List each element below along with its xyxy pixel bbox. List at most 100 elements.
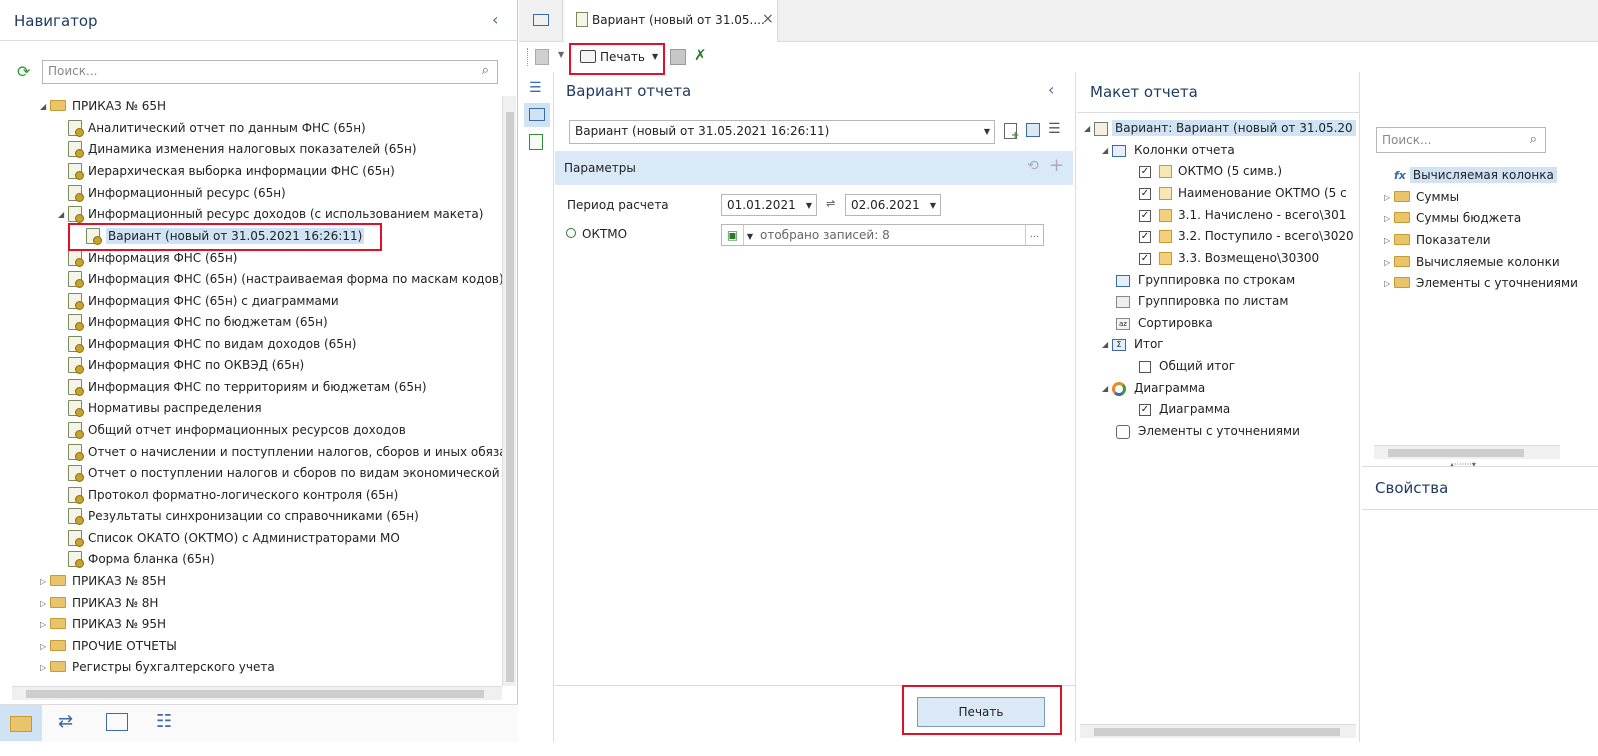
layout-column[interactable]: ✓ ОКТМО (5 симв.): [1139, 161, 1282, 181]
tree-item[interactable]: Информация ФНС по ОКВЭД (65н): [68, 355, 304, 375]
copy-dropdown-icon[interactable]: ▼: [558, 50, 564, 59]
add-variant-icon[interactable]: +: [1004, 123, 1019, 141]
checkbox[interactable]: ✓: [1139, 403, 1151, 416]
oktmo-filter-input[interactable]: ▣ ▼ отобрано записей: 8 ...: [721, 224, 1044, 246]
refinements-icon: [1116, 424, 1130, 439]
forms-tab-icon[interactable]: [106, 713, 128, 731]
filter-dropdown-icon[interactable]: ▼: [744, 227, 756, 247]
fields-item[interactable]: ▷ Вычисляемые колонки: [1384, 252, 1560, 272]
fields-item[interactable]: ▷ Показатели: [1384, 230, 1491, 250]
checkbox[interactable]: ✓: [1139, 187, 1151, 200]
period-options-icon[interactable]: ⇌: [826, 197, 835, 210]
save-variant-icon[interactable]: [1026, 123, 1040, 137]
settings-tools-icon[interactable]: ✗: [694, 46, 707, 64]
oktmo-radio[interactable]: [566, 228, 576, 238]
layout-sort[interactable]: az Сортировка: [1116, 313, 1213, 333]
report-icon: [68, 356, 84, 374]
workflow-tab-icon[interactable]: ⇄: [58, 711, 73, 732]
tree-item[interactable]: Информация ФНС (65н): [68, 248, 237, 268]
collapse-left-icon[interactable]: ‹: [492, 10, 498, 29]
copy-icon[interactable]: [535, 49, 549, 65]
tree-folder[interactable]: ▷ ПРИКАЗ № 85Н: [40, 571, 166, 591]
tree-item[interactable]: Информация ФНС (65н) с диаграммами: [68, 291, 339, 311]
layout-root[interactable]: ◢ Вариант: Вариант (новый от 31.05.20: [1084, 118, 1356, 138]
layout-columns[interactable]: ◢ Колонки отчета: [1102, 140, 1235, 160]
fields-search-input[interactable]: Поиск... ⌕: [1376, 127, 1546, 153]
fields-computed[interactable]: fx Вычисляемая колонка: [1394, 165, 1557, 185]
parameters-view-icon[interactable]: ☰: [529, 80, 542, 96]
tree-item[interactable]: Иерархическая выборка информации ФНС (65…: [68, 161, 395, 181]
ellipsis-button[interactable]: ...: [1025, 225, 1043, 245]
tree-folder[interactable]: ▷ ПРОЧИЕ ОТЧЕТЫ: [40, 636, 177, 656]
layout-column[interactable]: ✓ Наименование ОКТМО (5 с: [1139, 183, 1347, 203]
layout-scrollbar-h[interactable]: [1080, 724, 1356, 738]
tree-item[interactable]: Отчет о поступлении налогов и сборов по …: [68, 463, 502, 483]
close-tab-icon[interactable]: ×: [762, 11, 774, 27]
fields-scrollbar-h[interactable]: [1374, 445, 1560, 459]
tree-item[interactable]: Информация ФНС (65н) (настраиваемая форм…: [68, 269, 502, 289]
navigator-search-input[interactable]: Поиск... ⌕: [42, 60, 498, 84]
layout-group-rows[interactable]: Группировка по строкам: [1116, 270, 1295, 290]
reset-icon[interactable]: ⟲: [1027, 158, 1039, 174]
hierarchy-tab-icon[interactable]: ☷: [156, 711, 172, 732]
folder-icon: [50, 575, 66, 586]
tree-item[interactable]: Информация ФНС по бюджетам (65н): [68, 312, 328, 332]
tree-folder-65n[interactable]: ◢ ПРИКАЗ № 65Н: [40, 96, 166, 116]
tree-item[interactable]: Динамика изменения налоговых показателей…: [68, 139, 417, 159]
add-parameter-icon[interactable]: +: [1049, 155, 1064, 176]
fields-item[interactable]: ▷ Суммы: [1384, 187, 1459, 207]
tree-item[interactable]: Отчет о начислении и поступлении налогов…: [68, 442, 502, 462]
header-divider: [0, 40, 518, 41]
tree-item[interactable]: Информация ФНС по видам доходов (65н): [68, 334, 356, 354]
search-icon[interactable]: ⌕: [482, 61, 489, 81]
tree-item[interactable]: Форма бланка (65н): [68, 549, 215, 569]
layout-column[interactable]: ✓ 3.3. Возмещено\30300: [1139, 248, 1319, 268]
date-from-input[interactable]: 01.01.2021 ▼: [721, 194, 817, 216]
collapse-variant-icon[interactable]: ‹: [1048, 80, 1054, 99]
layout-chart-child[interactable]: ✓ Диаграмма: [1139, 399, 1230, 419]
refresh-icon[interactable]: ⟳: [17, 62, 30, 81]
tree-item[interactable]: Список ОКАТО (ОКТМО) с Администраторами …: [68, 528, 400, 548]
tree-folder[interactable]: ▷ ПРИКАЗ № 8Н: [40, 593, 158, 613]
search-icon[interactable]: ⌕: [1530, 128, 1537, 152]
variant-list-icon[interactable]: ☰: [1048, 121, 1061, 137]
filter-type-icon[interactable]: ▣: [722, 225, 744, 245]
layout-total[interactable]: ◢ Σ Итог: [1102, 334, 1164, 354]
tree-folder[interactable]: ▷ ПРИКАЗ № 95Н: [40, 614, 166, 634]
checkbox[interactable]: ✓: [1139, 165, 1151, 178]
folder-icon: [1394, 212, 1410, 223]
tree-item[interactable]: Общий отчет информационных ресурсов дохо…: [68, 420, 406, 440]
layout-column[interactable]: ✓ 3.2. Поступило - всего\3020: [1139, 226, 1354, 246]
folders-tab-icon[interactable]: [0, 705, 42, 741]
layout-column[interactable]: ✓ 3.1. Начислено - всего\301: [1139, 205, 1346, 225]
export-icon[interactable]: [670, 49, 686, 65]
navigator-scrollbar-h[interactable]: [12, 686, 502, 700]
tree-folder[interactable]: ▷ Регистры бухгалтерского учета: [40, 657, 275, 677]
tree-item-expanded[interactable]: ◢ Информационный ресурс доходов (с исполь…: [58, 204, 483, 224]
splitter-handle[interactable]: ▴·······▾: [1450, 460, 1476, 469]
fields-item[interactable]: ▷ Элементы с уточнениями: [1384, 273, 1578, 293]
layout-chart[interactable]: ◢ Диаграмма: [1102, 378, 1205, 398]
tree-item[interactable]: Протокол форматно-логического контроля (…: [68, 485, 398, 505]
checkbox[interactable]: [1139, 360, 1151, 373]
checkbox[interactable]: ✓: [1139, 230, 1151, 243]
variant-select[interactable]: Вариант (новый от 31.05.2021 16:26:11) ▼: [569, 120, 995, 144]
layout-refinements[interactable]: Элементы с уточнениями: [1116, 421, 1300, 441]
layout-group-sheets[interactable]: Группировка по листам: [1116, 291, 1288, 311]
checkbox[interactable]: ✓: [1139, 252, 1151, 265]
home-tab-icon[interactable]: [519, 0, 563, 42]
preview-icon[interactable]: [529, 134, 543, 150]
tree-item[interactable]: Нормативы распределения: [68, 398, 262, 418]
layout-total-child[interactable]: Общий итог: [1139, 356, 1235, 376]
date-to-input[interactable]: 02.06.2021 ▼: [845, 194, 941, 216]
tab-variant[interactable]: Вариант (новый от 31.05.... ×: [564, 0, 778, 42]
tree-item[interactable]: Информационный ресурс (65н): [68, 183, 286, 203]
navigator-scrollbar-v[interactable]: [502, 96, 516, 686]
fields-item[interactable]: ▷ Суммы бюджета: [1384, 208, 1521, 228]
measure-icon: [1159, 230, 1172, 243]
checkbox[interactable]: ✓: [1139, 209, 1151, 222]
tree-item[interactable]: Аналитический отчет по данным ФНС (65н): [68, 118, 366, 138]
tree-item[interactable]: Информация ФНС по территориям и бюджетам…: [68, 377, 427, 397]
variant-view-icon[interactable]: [524, 103, 550, 127]
tree-item[interactable]: Результаты синхронизации со справочникам…: [68, 506, 419, 526]
